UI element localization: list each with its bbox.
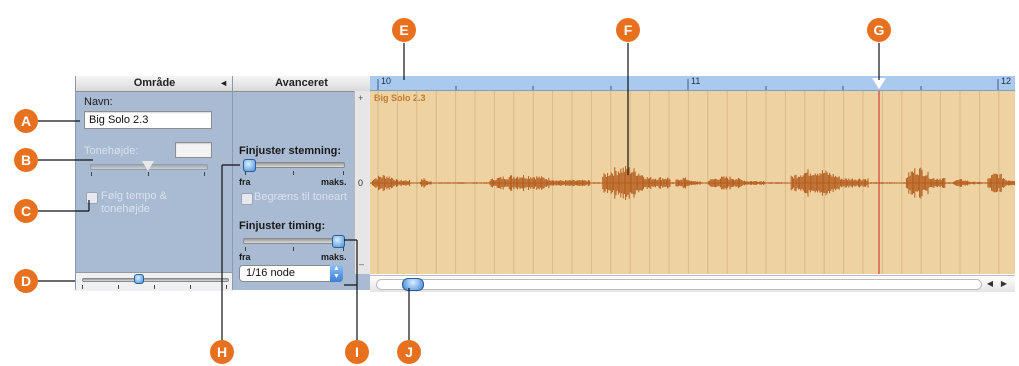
waveform	[370, 91, 1015, 274]
fine-timing-max-label: maks.	[321, 252, 347, 262]
amplitude-plus-label: +	[358, 93, 364, 103]
callout-a: A	[14, 109, 38, 133]
callout-d: D	[14, 269, 38, 293]
callout-g: G	[867, 18, 891, 42]
fine-timing-label: Finjuster timing:	[239, 220, 326, 232]
fine-timing-slider-track[interactable]	[243, 238, 345, 244]
callout-f: F	[616, 18, 640, 42]
fine-pitch-label: Finjuster stemning:	[239, 145, 342, 157]
zoom-slider-bar	[76, 272, 233, 291]
ruler-bar-10: 10	[381, 76, 392, 86]
region-inspector-panel: Område ◄ Navn: Tonehøjde: Følg tempo & t…	[75, 76, 233, 291]
fine-pitch-slider-track[interactable]	[243, 162, 345, 168]
collapse-arrow-icon[interactable]: ◄	[219, 76, 228, 91]
fine-timing-min-label: fra	[239, 252, 251, 262]
follow-tempo-checkbox[interactable]	[86, 192, 98, 204]
amplitude-minus-label: –	[359, 259, 365, 269]
fine-pitch-tick	[245, 171, 246, 175]
zoom-slider-track[interactable]	[82, 278, 229, 282]
timing-resolution-value: 1/16 node	[246, 267, 295, 279]
fine-pitch-min-label: fra	[239, 177, 251, 187]
scroll-track[interactable]	[376, 279, 982, 290]
ruler-bar-11: 11	[691, 76, 701, 86]
zoom-slider-thumb[interactable]	[134, 274, 144, 284]
bar-ruler[interactable]: 10 11 12	[370, 76, 1015, 91]
fine-timing-tick	[293, 247, 294, 251]
callout-c: C	[14, 199, 38, 223]
fine-timing-tick	[343, 247, 344, 251]
callout-j: J	[397, 340, 421, 364]
pitch-tick	[148, 172, 149, 176]
callout-i: I	[345, 340, 369, 364]
advanced-section-header[interactable]: Avanceret	[233, 76, 370, 92]
pitch-label: Tonehøjde:	[84, 145, 139, 157]
pitch-value-field[interactable]	[175, 142, 212, 158]
zoom-tick	[154, 285, 155, 289]
fine-pitch-tick	[293, 171, 294, 175]
limit-to-key-label: Begræns til toneart	[254, 191, 347, 203]
select-arrows-icon: ▲ ▼	[330, 265, 343, 282]
zoom-tick	[190, 285, 191, 289]
zoom-tick	[118, 285, 119, 289]
scroll-left-arrow-icon[interactable]: ◀	[984, 278, 996, 290]
limit-to-key-checkbox[interactable]	[241, 193, 253, 205]
region-name-field[interactable]	[84, 111, 212, 129]
timing-resolution-select[interactable]: 1/16 node ▲ ▼	[239, 265, 343, 282]
horizontal-scrollbar[interactable]: ◀ ▶	[370, 275, 1015, 292]
pitch-tick	[204, 172, 205, 176]
callout-b: B	[14, 148, 38, 172]
callout-e: E	[392, 18, 416, 42]
scroll-thumb[interactable]	[402, 278, 424, 291]
amplitude-zero-label: 0	[358, 178, 364, 188]
fine-timing-tick	[245, 247, 246, 251]
name-label: Navn:	[84, 96, 113, 108]
callout-h: H	[210, 340, 234, 364]
audio-region[interactable]: Big Solo 2.3	[370, 91, 1015, 274]
pitch-slider-thumb[interactable]	[142, 161, 154, 171]
zoom-tick	[82, 285, 83, 289]
pitch-tick	[91, 172, 92, 176]
region-section-header[interactable]: Område ◄	[76, 76, 233, 92]
fine-pitch-tick	[343, 171, 344, 175]
playhead-handle[interactable]	[872, 78, 886, 89]
amplitude-scale: + 0 –	[354, 91, 370, 274]
follow-tempo-label: Følg tempo &	[101, 190, 168, 202]
fine-pitch-max-label: maks.	[321, 177, 347, 187]
zoom-tick	[226, 285, 227, 289]
ruler-bar-12: 12	[1001, 76, 1012, 86]
scroll-right-arrow-icon[interactable]: ▶	[998, 278, 1010, 290]
follow-tempo-label-2: tonehøjde	[101, 203, 150, 215]
region-header-label: Område	[133, 77, 176, 89]
advanced-panel: Avanceret Finjuster stemning: fra maks. …	[232, 76, 370, 290]
